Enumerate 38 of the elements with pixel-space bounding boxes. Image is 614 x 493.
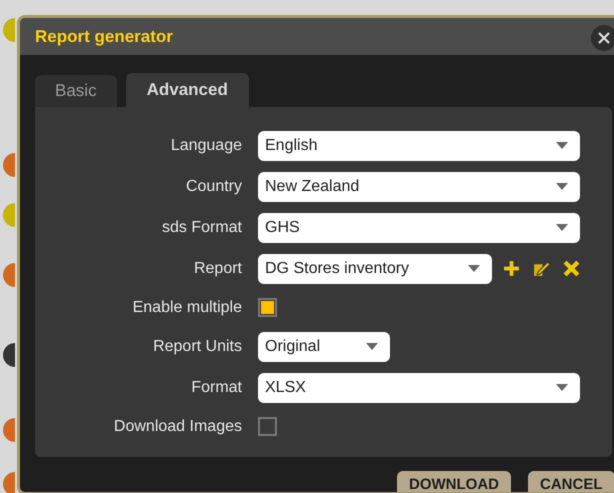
delete-icon[interactable] <box>563 260 581 277</box>
caret-icon <box>556 183 568 190</box>
caret-icon <box>556 224 568 231</box>
tab[interactable]: Advanced <box>126 73 249 107</box>
field-label: Language <box>170 136 243 156</box>
field-label: Download Images <box>112 416 243 436</box>
dropdown-value: Original <box>265 336 320 356</box>
field-label: Enable multiple <box>132 298 243 318</box>
close-button[interactable] <box>591 25 614 51</box>
dropdown[interactable]: GHS <box>258 212 580 242</box>
dropdown-value: English <box>265 136 318 156</box>
checkbox[interactable] <box>258 298 277 317</box>
dropdown-value: GHS <box>265 218 300 238</box>
caret-icon <box>556 142 568 149</box>
field-label: sds Format <box>160 218 243 238</box>
dialog-title: Report generator <box>35 26 173 48</box>
checkbox[interactable] <box>258 417 277 436</box>
dropdown-value: DG Stores inventory <box>265 258 410 278</box>
dropdown[interactable]: Original <box>258 332 390 362</box>
caret-icon <box>556 384 568 391</box>
caret-icon <box>468 265 480 272</box>
dropdown-value: New Zealand <box>265 176 360 196</box>
dialog-button[interactable]: CANCEL <box>528 471 614 492</box>
edit-icon[interactable] <box>533 260 551 277</box>
field-label: Report Units <box>152 336 243 356</box>
dropdown[interactable]: XLSX <box>258 372 580 402</box>
tab[interactable]: Basic <box>35 75 117 107</box>
close-icon <box>598 32 610 44</box>
field-label: Format <box>190 378 243 398</box>
field-label: Report <box>192 258 243 278</box>
add-icon[interactable] <box>503 260 521 277</box>
caret-icon <box>366 343 378 350</box>
field-label: Country <box>184 176 243 196</box>
dialog-button[interactable]: DOWNLOAD <box>397 471 511 492</box>
dropdown-value: XLSX <box>265 378 306 398</box>
dropdown[interactable]: New Zealand <box>258 172 580 202</box>
dropdown[interactable]: DG Stores inventory <box>258 254 492 284</box>
dropdown[interactable]: English <box>258 130 580 160</box>
